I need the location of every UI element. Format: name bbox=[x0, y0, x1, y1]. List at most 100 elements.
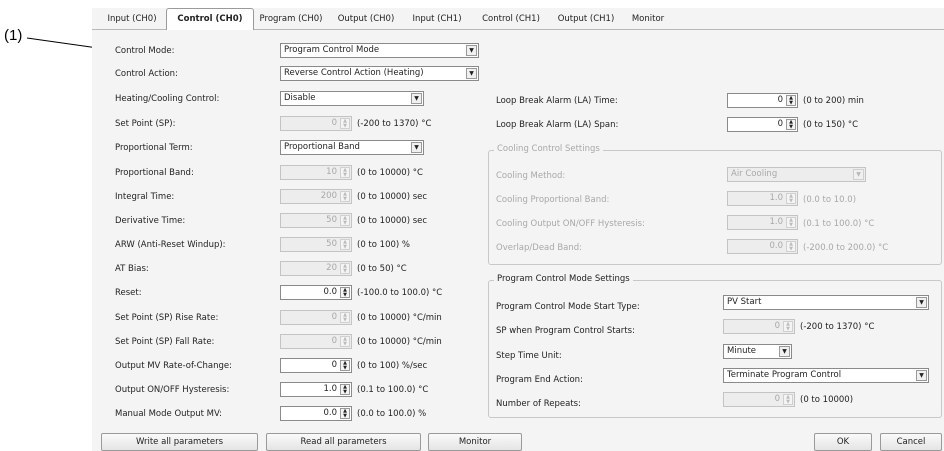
proportional-band-field: 10 ▲ ▼ bbox=[280, 165, 352, 180]
overlap-dead-band-field: 0.0 ▲ ▼ bbox=[727, 239, 798, 254]
repeats-label: Number of Repeats: bbox=[496, 399, 581, 409]
proportional-band-range: (0 to 10000) °C bbox=[357, 168, 423, 178]
sp-fall-rate-field: 0 ▲ ▼ bbox=[280, 334, 352, 349]
sp-start-range: (-200 to 1370) °C bbox=[800, 322, 875, 332]
tab-input-ch0[interactable]: Input (CH0) bbox=[98, 10, 166, 28]
program-settings-title: Program Control Mode Settings bbox=[494, 273, 633, 285]
proportional-term-select[interactable]: Proportional Band ▼ bbox=[280, 140, 424, 155]
onoff-hysteresis-label: Output ON/OFF Hysteresis: bbox=[115, 385, 230, 395]
spinner-icon[interactable]: ▲ ▼ bbox=[786, 119, 796, 130]
spinner-icon: ▲ ▼ bbox=[786, 241, 796, 252]
sp-rise-rate-field: 0 ▲ ▼ bbox=[280, 310, 352, 325]
spinner-icon[interactable]: ▲ ▼ bbox=[340, 287, 350, 298]
cooling-prop-band-label: Cooling Proportional Band: bbox=[496, 195, 610, 205]
integral-time-range: (0 to 10000) sec bbox=[357, 192, 428, 202]
integral-time-label: Integral Time: bbox=[115, 192, 175, 202]
la-time-field[interactable]: 0 ▲ ▼ bbox=[727, 93, 798, 108]
la-time-label: Loop Break Alarm (LA) Time: bbox=[496, 96, 618, 106]
spinner-icon[interactable]: ▲ ▼ bbox=[340, 360, 350, 371]
spinner-icon: ▲ ▼ bbox=[340, 118, 350, 129]
arw-range: (0 to 100) % bbox=[357, 240, 410, 250]
spinner-icon: ▲ ▼ bbox=[340, 336, 350, 347]
write-all-parameters-button[interactable]: Write all parameters bbox=[101, 433, 258, 451]
start-type-select[interactable]: PV Start ▼ bbox=[723, 295, 929, 310]
repeats-range: (0 to 10000) bbox=[800, 395, 854, 405]
chevron-down-icon: ▼ bbox=[853, 169, 864, 180]
cooling-hysteresis-label: Cooling Output ON/OFF Hysteresis: bbox=[496, 219, 645, 229]
chevron-down-icon: ▼ bbox=[466, 68, 477, 79]
cancel-button[interactable]: Cancel bbox=[880, 433, 942, 451]
cooling-hysteresis-range: (0.1 to 100.0) °C bbox=[803, 219, 875, 229]
sp-start-field: 0 ▲ ▼ bbox=[723, 319, 795, 334]
spinner-icon[interactable]: ▲ ▼ bbox=[340, 384, 350, 395]
control-action-label: Control Action: bbox=[115, 69, 178, 79]
derivative-time-range: (0 to 10000) sec bbox=[357, 216, 428, 226]
monitor-button[interactable]: Monitor bbox=[428, 433, 522, 451]
step-time-unit-select[interactable]: Minute ▼ bbox=[723, 344, 792, 359]
mv-rate-label: Output MV Rate-of-Change: bbox=[115, 361, 232, 371]
chevron-down-icon: ▼ bbox=[411, 93, 422, 104]
end-action-label: Program End Action: bbox=[496, 375, 583, 385]
repeats-field: 0 ▲ ▼ bbox=[723, 392, 795, 407]
reset-label: Reset: bbox=[115, 288, 142, 298]
reset-field[interactable]: 0.0 ▲ ▼ bbox=[280, 285, 352, 300]
at-bias-label: AT Bias: bbox=[115, 264, 149, 274]
onoff-hysteresis-range: (0.1 to 100.0) °C bbox=[357, 385, 429, 395]
read-all-parameters-button[interactable]: Read all parameters bbox=[266, 433, 421, 451]
tab-program-ch0[interactable]: Program (CH0) bbox=[252, 10, 330, 28]
mv-rate-field[interactable]: 0 ▲ ▼ bbox=[280, 358, 352, 373]
control-action-select[interactable]: Reverse Control Action (Heating) ▼ bbox=[280, 66, 479, 81]
chevron-down-icon: ▼ bbox=[779, 346, 790, 357]
tab-control-ch1[interactable]: Control (CH1) bbox=[472, 10, 550, 28]
onoff-hysteresis-field[interactable]: 1.0 ▲ ▼ bbox=[280, 382, 352, 397]
overlap-dead-band-range: (-200.0 to 200.0) °C bbox=[803, 243, 889, 253]
at-bias-field: 20 ▲ ▼ bbox=[280, 261, 352, 276]
control-mode-select[interactable]: Program Control Mode ▼ bbox=[280, 43, 479, 58]
la-span-field[interactable]: 0 ▲ ▼ bbox=[727, 117, 798, 132]
arw-label: ARW (Anti-Reset Windup): bbox=[115, 240, 226, 250]
end-action-select[interactable]: Terminate Program Control ▼ bbox=[723, 368, 929, 383]
set-point-label: Set Point (SP): bbox=[115, 119, 176, 129]
tab-output-ch1[interactable]: Output (CH1) bbox=[550, 10, 622, 28]
tab-bar: Input (CH0) Control (CH0) Program (CH0) … bbox=[92, 8, 944, 30]
arw-field: 50 ▲ ▼ bbox=[280, 237, 352, 252]
chevron-down-icon: ▼ bbox=[916, 370, 927, 381]
at-bias-range: (0 to 50) °C bbox=[357, 264, 407, 274]
cooling-method-select: Air Cooling ▼ bbox=[727, 167, 866, 182]
integral-time-field: 200 ▲ ▼ bbox=[280, 189, 352, 204]
spinner-icon: ▲ ▼ bbox=[340, 191, 350, 202]
la-time-range: (0 to 200) min bbox=[803, 96, 864, 106]
proportional-term-label: Proportional Term: bbox=[115, 143, 193, 153]
start-type-label: Program Control Mode Start Type: bbox=[496, 302, 640, 312]
spinner-icon[interactable]: ▲ ▼ bbox=[786, 95, 796, 106]
tab-control-ch0[interactable]: Control (CH0) bbox=[166, 8, 254, 30]
tab-input-ch1[interactable]: Input (CH1) bbox=[402, 10, 472, 28]
cooling-prop-band-range: (0.0 to 10.0) bbox=[803, 195, 857, 205]
heating-cooling-label: Heating/Cooling Control: bbox=[115, 94, 220, 104]
manual-mv-field[interactable]: 0.0 ▲ ▼ bbox=[280, 406, 352, 421]
sp-start-label: SP when Program Control Starts: bbox=[496, 326, 635, 336]
manual-mv-range: (0.0 to 100.0) % bbox=[357, 409, 427, 419]
manual-mv-label: Manual Mode Output MV: bbox=[115, 409, 222, 419]
cooling-settings-title: Cooling Control Settings bbox=[494, 143, 603, 155]
sp-fall-rate-label: Set Point (SP) Fall Rate: bbox=[115, 337, 215, 347]
la-span-range: (0 to 150) °C bbox=[803, 120, 859, 130]
tab-output-ch0[interactable]: Output (CH0) bbox=[330, 10, 402, 28]
spinner-icon: ▲ ▼ bbox=[783, 394, 793, 405]
spinner-icon[interactable]: ▲ ▼ bbox=[340, 408, 350, 419]
spinner-icon: ▲ ▼ bbox=[340, 239, 350, 250]
sp-rise-rate-range: (0 to 10000) °C/min bbox=[357, 313, 442, 323]
heating-cooling-select[interactable]: Disable ▼ bbox=[280, 91, 424, 106]
overlap-dead-band-label: Overlap/Dead Band: bbox=[496, 243, 583, 253]
tab-monitor[interactable]: Monitor bbox=[622, 10, 674, 28]
spinner-icon: ▲ ▼ bbox=[340, 215, 350, 226]
spinner-icon: ▲ ▼ bbox=[786, 217, 796, 228]
spinner-icon: ▲ ▼ bbox=[340, 263, 350, 274]
ok-button[interactable]: OK bbox=[814, 433, 872, 451]
spinner-icon: ▲ ▼ bbox=[786, 193, 796, 204]
spinner-icon: ▲ ▼ bbox=[783, 321, 793, 332]
spinner-icon: ▲ ▼ bbox=[340, 167, 350, 178]
sp-fall-rate-range: (0 to 10000) °C/min bbox=[357, 337, 442, 347]
derivative-time-field: 50 ▲ ▼ bbox=[280, 213, 352, 228]
chevron-down-icon: ▼ bbox=[466, 45, 477, 56]
